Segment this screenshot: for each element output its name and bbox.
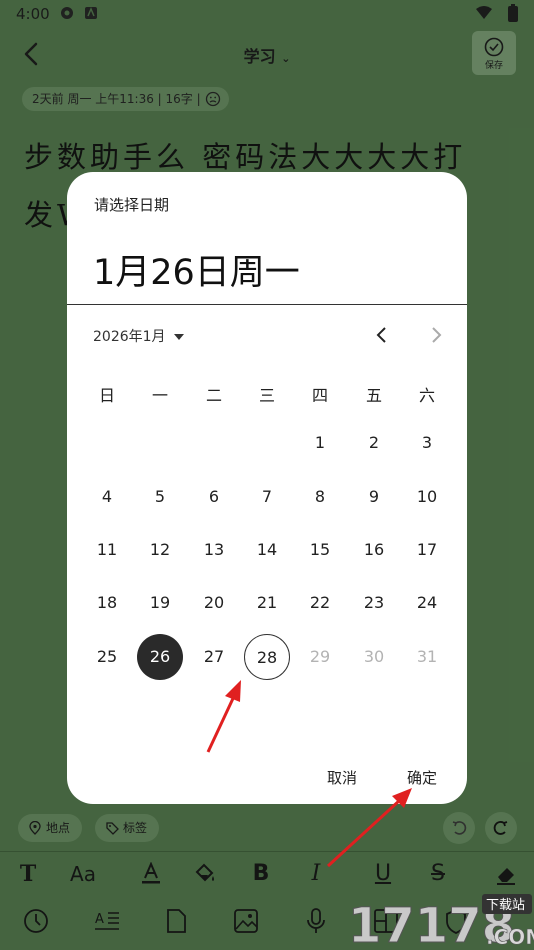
annotation-arrows: [206, 680, 412, 868]
site-watermark-logo: 17178 下载站 .COM: [348, 894, 534, 950]
annotation-arrow-to-28: [206, 680, 241, 753]
annotation-arrow-to-confirm: [326, 788, 412, 868]
watermark-suffix: .COM: [486, 925, 534, 949]
watermark-badge: 下载站: [486, 898, 525, 913]
